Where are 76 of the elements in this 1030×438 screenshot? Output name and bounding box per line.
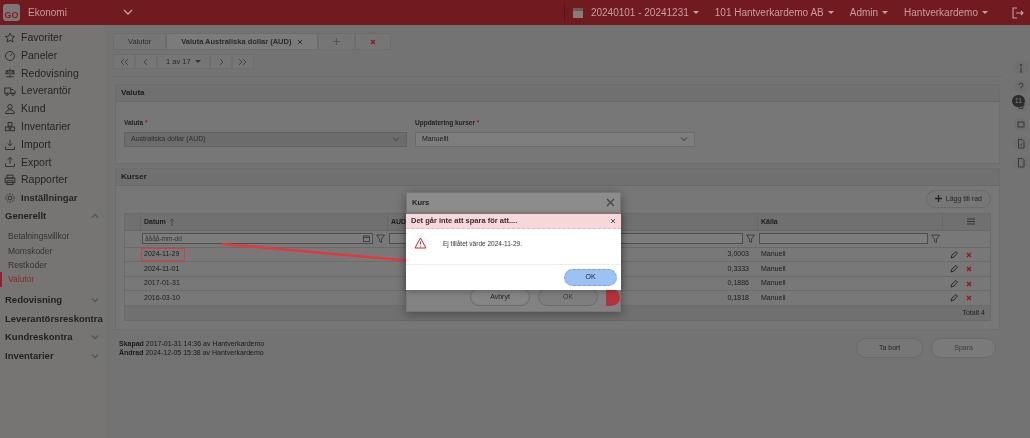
- sidebar-item[interactable]: Kund: [0, 100, 105, 118]
- sidebar-item[interactable]: Paneler: [0, 46, 105, 65]
- sidebar-item[interactable]: Leverantör: [0, 82, 105, 101]
- delete-icon[interactable]: [966, 266, 972, 272]
- double-chevron-left-icon: [119, 57, 129, 66]
- plus-icon: [333, 38, 341, 45]
- app-logo: GO: [3, 4, 20, 21]
- chevron-down-icon: [91, 296, 99, 305]
- card-title: Kurser: [116, 168, 999, 186]
- dropdown-menu-toggle[interactable]: Hantverkardemo: [904, 5, 988, 20]
- sidebar-subitem[interactable]: Betalningsvillkor: [0, 229, 105, 244]
- sidebar-subitem[interactable]: Valutor: [0, 272, 105, 287]
- double-chevron-right-button[interactable]: [231, 54, 254, 69]
- sidebar-subitem[interactable]: Momskoder: [0, 243, 105, 259]
- close-icon[interactable]: [297, 38, 304, 45]
- logout-icon[interactable]: [1012, 6, 1024, 19]
- sidebar-group[interactable]: Kundreskontra: [0, 327, 105, 347]
- chevron-down-icon: [680, 135, 688, 144]
- dropdown-menu-toggle[interactable]: 20240101 - 20241231: [590, 5, 699, 20]
- card-title: Valuta: [116, 85, 999, 102]
- sidebar-item[interactable]: Favoriter: [0, 29, 105, 47]
- caret-icon: [827, 11, 834, 14]
- scale-icon: [4, 67, 16, 80]
- delete-icon[interactable]: [966, 295, 972, 301]
- delete-icon[interactable]: [966, 251, 972, 258]
- chevron-down-icon[interactable]: [122, 9, 133, 16]
- filter-icon[interactable]: [931, 234, 940, 244]
- filter-icon[interactable]: [746, 234, 755, 244]
- sidebar-group[interactable]: Redovisning: [0, 290, 105, 310]
- printer-icon: [4, 174, 16, 187]
- calendar-icon[interactable]: [363, 235, 370, 243]
- caret-icon: [194, 60, 201, 63]
- calendar-icon: [572, 7, 583, 18]
- app-name: Ekonomi: [28, 6, 67, 20]
- info-icon[interactable]: [1017, 62, 1025, 73]
- sidebar-item[interactable]: Inställningar: [0, 189, 105, 207]
- dropdown-menu-toggle[interactable]: Admin: [849, 5, 889, 20]
- plus-icon: [934, 195, 942, 203]
- close-icon[interactable]: [610, 218, 616, 224]
- boxes-icon: [4, 120, 16, 133]
- gauge-icon: [4, 49, 16, 62]
- sidebar-item[interactable]: Export: [0, 153, 105, 172]
- menu-icon[interactable]: [967, 218, 975, 226]
- double-chevron-right-icon: [237, 57, 248, 66]
- tray-down-icon: [4, 138, 16, 151]
- dropdown-menu-toggle[interactable]: 101 Hantverkardemo AB: [714, 5, 834, 20]
- warning-icon: [414, 237, 427, 249]
- close-all-tabs-button[interactable]: [355, 33, 392, 50]
- caret-icon: [882, 11, 889, 14]
- sidebar-item[interactable]: Redovisning: [0, 64, 105, 83]
- caret-icon: [692, 11, 699, 14]
- close-icon: [370, 38, 377, 45]
- document-icon[interactable]: [1017, 157, 1025, 168]
- sidebar-group[interactable]: Inventarier: [0, 346, 105, 366]
- star-icon: [4, 31, 16, 44]
- sidebar-item[interactable]: Import: [0, 135, 105, 154]
- caret-icon: [982, 11, 988, 14]
- sidebar-item[interactable]: Rapporter: [0, 171, 105, 190]
- filter-icon[interactable]: [376, 234, 385, 244]
- sidebar-item[interactable]: Inventarier: [0, 118, 105, 136]
- sidebar-subitem[interactable]: Restkoder: [0, 258, 105, 273]
- sort-up-arrow-icon: [168, 217, 175, 226]
- close-icon[interactable]: [606, 198, 615, 207]
- filter-field[interactable]: [759, 233, 928, 245]
- gear-icon: [4, 192, 16, 205]
- sidebar-group[interactable]: Leverantörsreskontra: [0, 309, 105, 328]
- delete-icon[interactable]: [966, 280, 972, 287]
- sidebar-group[interactable]: Generellt: [0, 206, 105, 226]
- chat-icon[interactable]: [1017, 119, 1025, 130]
- person-icon: [4, 103, 16, 116]
- document-check-icon[interactable]: [1017, 138, 1025, 149]
- chevron-up-icon: [91, 212, 99, 221]
- double-chevron-left-button[interactable]: [113, 54, 135, 69]
- tray-up-icon: [4, 156, 16, 169]
- help-icon[interactable]: [1017, 81, 1025, 92]
- truck-icon: [4, 85, 16, 98]
